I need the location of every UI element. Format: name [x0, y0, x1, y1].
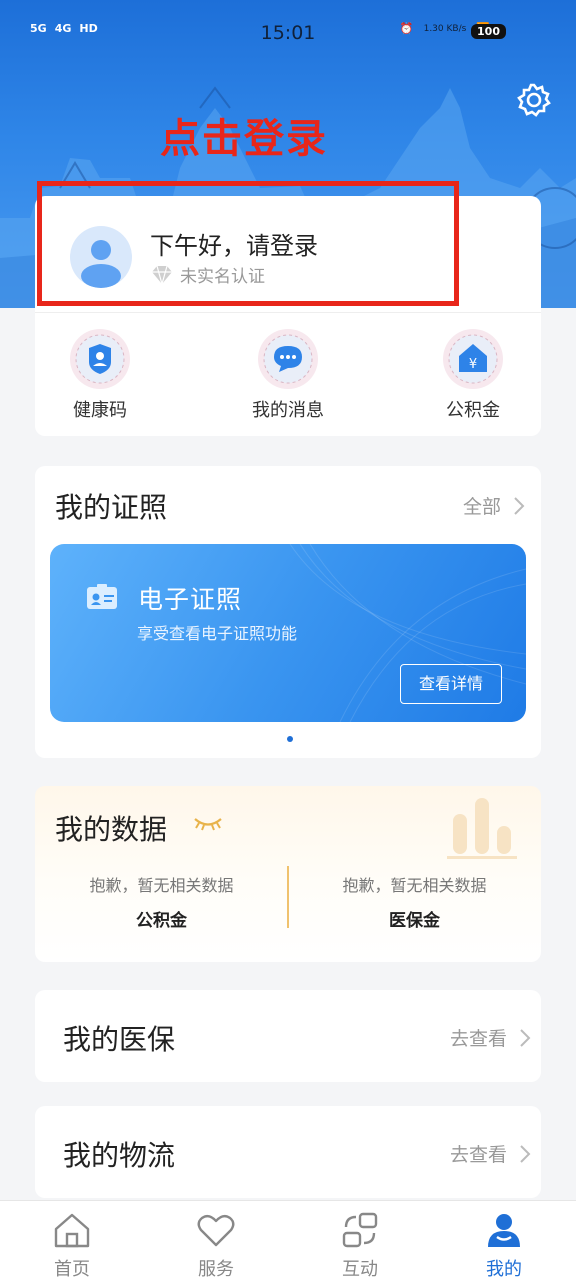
tab-interact[interactable]: 互动 [310, 1211, 410, 1280]
e-license-banner[interactable]: 电子证照 享受查看电子证照功能 查看详情 [50, 544, 526, 722]
quick-action-label: 公积金 [446, 400, 500, 421]
data-medical-column[interactable]: 抱歉，暂无相关数据 医保金 [288, 872, 541, 931]
bottom-tab-bar: 首页 服务 互动 我的 [0, 1200, 576, 1280]
more-link-label: 全部 [462, 496, 501, 518]
tab-me[interactable]: 我的 [454, 1211, 554, 1280]
message-icon [258, 329, 318, 389]
tab-services[interactable]: 服务 [166, 1211, 266, 1280]
medical-view-link[interactable]: 去查看 [450, 1024, 531, 1051]
licenses-all-link[interactable]: 全部 [463, 492, 525, 519]
section-title: 我的物流 [63, 1139, 176, 1172]
data-name: 公积金 [136, 911, 187, 931]
more-link-label: 去查看 [449, 1144, 507, 1166]
section-title: 我的医保 [63, 1023, 176, 1056]
login-highlight-box [37, 181, 459, 306]
tab-label: 服务 [198, 1259, 234, 1280]
data-empty-message: 抱歉，暂无相关数据 [342, 876, 487, 895]
my-data-card: 我的数据 抱歉，暂无相关数据 公积金 抱歉，暂无相关数据 医保金 [35, 786, 541, 962]
tab-label: 互动 [342, 1259, 378, 1280]
quick-action-fund[interactable]: ¥ 公积金 [403, 326, 543, 422]
my-medical-card[interactable]: 我的医保 去查看 [35, 990, 541, 1082]
heart-icon [197, 1214, 235, 1247]
svg-text:¥: ¥ [469, 357, 477, 372]
home-icon [54, 1213, 90, 1248]
interact-icon [342, 1212, 378, 1248]
bar-chart-decoration-icon [447, 798, 517, 859]
my-licenses-card: 我的证照 全部 电子证照 享受查看电子证照功能 查看详情 [35, 466, 541, 758]
settings-gear-icon[interactable] [516, 82, 552, 118]
network-speed: 1.30 KB/s [423, 23, 467, 34]
view-details-button[interactable]: 查看详情 [400, 664, 502, 704]
chevron-right-icon [520, 1144, 531, 1163]
carousel-indicator [287, 736, 293, 742]
eye-closed-icon[interactable] [193, 816, 223, 832]
login-hint-annotation: 点击登录 [160, 116, 328, 162]
status-bar: 5G 4G HD 15:01 ⏰ 1.30 KB/s 📶 100 [0, 0, 576, 66]
quick-action-label: 健康码 [73, 400, 127, 421]
battery-indicator: 100 [471, 24, 506, 39]
more-link-label: 去查看 [449, 1028, 507, 1050]
section-title: 我的证照 [55, 491, 168, 524]
my-logistics-card[interactable]: 我的物流 去查看 [35, 1106, 541, 1198]
chevron-right-icon [520, 1028, 531, 1047]
logistics-view-link[interactable]: 去查看 [450, 1140, 531, 1167]
id-card-icon [87, 584, 117, 609]
banner-subtitle: 享受查看电子证照功能 [137, 624, 298, 643]
quick-actions: 健康码 我的消息 ¥ 公积金 [35, 326, 541, 426]
quick-action-health-code[interactable]: 健康码 [30, 326, 170, 422]
data-fund-column[interactable]: 抱歉，暂无相关数据 公积金 [35, 872, 288, 931]
section-title: 我的数据 [55, 813, 168, 846]
data-empty-message: 抱歉，暂无相关数据 [89, 876, 234, 895]
tab-home[interactable]: 首页 [22, 1211, 122, 1280]
tab-label: 首页 [54, 1259, 90, 1280]
data-name: 医保金 [389, 911, 440, 931]
chevron-right-icon [514, 496, 525, 515]
divider [35, 312, 541, 313]
user-icon [488, 1214, 520, 1247]
banner-title: 电子证照 [138, 585, 243, 614]
quick-action-messages[interactable]: 我的消息 [218, 326, 358, 422]
alarm-icon: ⏰ [399, 22, 414, 35]
tab-label: 我的 [486, 1259, 522, 1280]
quick-action-label: 我的消息 [252, 400, 324, 421]
fund-icon: ¥ [443, 329, 503, 389]
health-code-icon [70, 329, 130, 389]
